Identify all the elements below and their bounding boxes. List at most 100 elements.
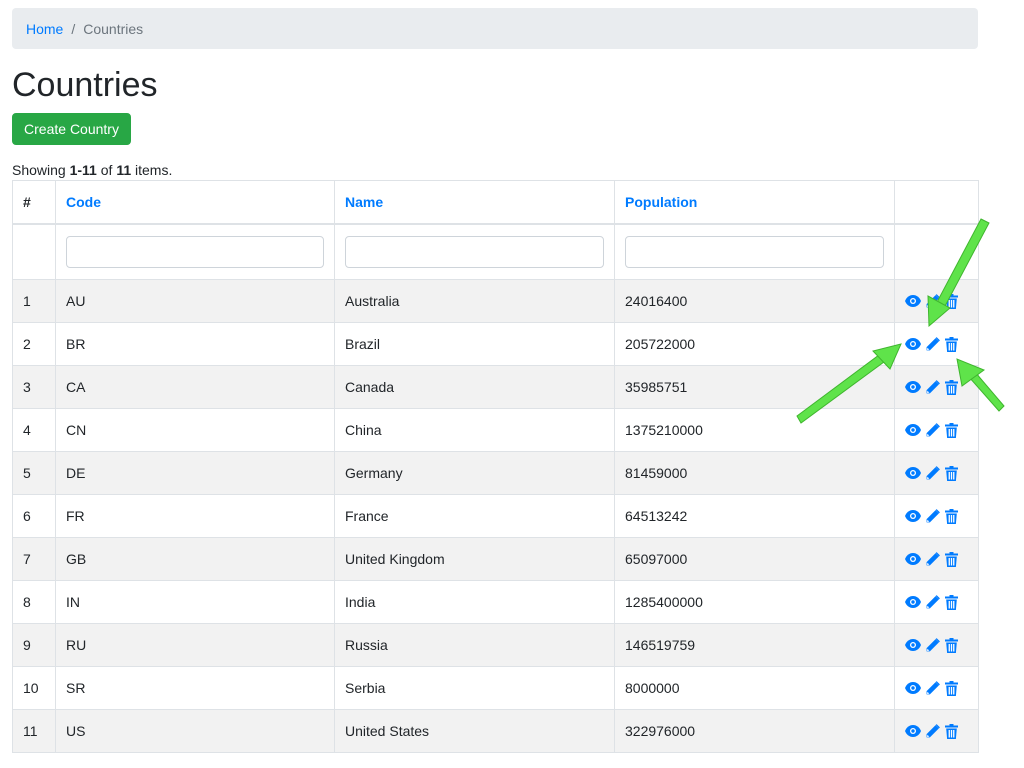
row-actions (905, 336, 968, 352)
edit-pencil-icon[interactable] (924, 723, 940, 739)
cell-code: SR (55, 666, 335, 710)
edit-pencil-icon[interactable] (924, 336, 940, 352)
view-eye-icon[interactable] (905, 293, 921, 309)
cell-population: 146519759 (614, 623, 895, 667)
sort-name-link[interactable]: Name (345, 194, 383, 210)
cell-name: Serbia (334, 666, 615, 710)
edit-pencil-icon[interactable] (924, 379, 940, 395)
table-filter-row (12, 223, 979, 280)
breadcrumb-home-link[interactable]: Home (26, 21, 63, 37)
delete-trash-icon[interactable] (943, 336, 959, 352)
view-eye-icon[interactable] (905, 551, 921, 567)
delete-trash-icon[interactable] (943, 637, 959, 653)
delete-trash-icon[interactable] (943, 594, 959, 610)
summary-range: 1-11 (69, 162, 97, 178)
table-row: 10 SR Serbia 8000000 (12, 666, 979, 710)
table-row: 11 US United States 322976000 (12, 709, 979, 753)
view-eye-icon[interactable] (905, 508, 921, 524)
cell-actions (894, 623, 979, 667)
filter-population-input[interactable] (625, 236, 884, 268)
summary-prefix: Showing (12, 162, 70, 178)
cell-index: 5 (12, 451, 56, 495)
view-eye-icon[interactable] (905, 422, 921, 438)
edit-pencil-icon[interactable] (924, 465, 940, 481)
cell-actions (894, 279, 979, 323)
table-header-row: # Code Name Population (12, 180, 979, 225)
edit-pencil-icon[interactable] (924, 594, 940, 610)
cell-name: United States (334, 709, 615, 753)
edit-pencil-icon[interactable] (924, 551, 940, 567)
cell-name: France (334, 494, 615, 538)
delete-trash-icon[interactable] (943, 422, 959, 438)
delete-trash-icon[interactable] (943, 293, 959, 309)
view-eye-icon[interactable] (905, 379, 921, 395)
view-eye-icon[interactable] (905, 637, 921, 653)
view-eye-icon[interactable] (905, 594, 921, 610)
delete-trash-icon[interactable] (943, 508, 959, 524)
delete-trash-icon[interactable] (943, 551, 959, 567)
create-country-button[interactable]: Create Country (12, 113, 131, 145)
cell-code: GB (55, 537, 335, 581)
cell-population: 24016400 (614, 279, 895, 323)
table-body: 1 AU Australia 24016400 2 BR Brazil 205722000 3 C… (12, 279, 979, 753)
cell-actions (894, 666, 979, 710)
filter-actions-cell (894, 223, 979, 280)
sort-code-link[interactable]: Code (66, 194, 101, 210)
cell-index: 9 (12, 623, 56, 667)
delete-trash-icon[interactable] (943, 465, 959, 481)
row-actions (905, 422, 968, 438)
cell-index: 1 (12, 279, 56, 323)
cell-actions (894, 365, 979, 409)
cell-actions (894, 537, 979, 581)
cell-population: 81459000 (614, 451, 895, 495)
cell-name: United Kingdom (334, 537, 615, 581)
table-row: 6 FR France 64513242 (12, 494, 979, 538)
breadcrumb: Home / Countries (12, 8, 978, 49)
filter-population-cell (614, 223, 895, 280)
edit-pencil-icon[interactable] (924, 293, 940, 309)
cell-population: 35985751 (614, 365, 895, 409)
cell-code: CA (55, 365, 335, 409)
cell-actions (894, 408, 979, 452)
sort-population-link[interactable]: Population (625, 194, 697, 210)
edit-pencil-icon[interactable] (924, 680, 940, 696)
cell-code: FR (55, 494, 335, 538)
cell-actions (894, 709, 979, 753)
cell-population: 1375210000 (614, 408, 895, 452)
table-row: 8 IN India 1285400000 (12, 580, 979, 624)
edit-pencil-icon[interactable] (924, 508, 940, 524)
table-row: 4 CN China 1375210000 (12, 408, 979, 452)
view-eye-icon[interactable] (905, 680, 921, 696)
view-eye-icon[interactable] (905, 723, 921, 739)
row-actions (905, 508, 968, 524)
table-row: 9 RU Russia 146519759 (12, 623, 979, 667)
cell-code: IN (55, 580, 335, 624)
cell-index: 4 (12, 408, 56, 452)
header-population: Population (614, 180, 895, 225)
view-eye-icon[interactable] (905, 336, 921, 352)
filter-index-cell (12, 223, 56, 280)
filter-code-input[interactable] (66, 236, 324, 268)
cell-actions (894, 580, 979, 624)
filter-name-input[interactable] (345, 236, 604, 268)
edit-pencil-icon[interactable] (924, 637, 940, 653)
cell-index: 11 (12, 709, 56, 753)
row-actions (905, 680, 968, 696)
cell-name: Brazil (334, 322, 615, 366)
header-name: Name (334, 180, 615, 225)
cell-code: BR (55, 322, 335, 366)
view-eye-icon[interactable] (905, 465, 921, 481)
delete-trash-icon[interactable] (943, 723, 959, 739)
row-actions (905, 551, 968, 567)
page-title: Countries (12, 66, 158, 104)
table-row: 5 DE Germany 81459000 (12, 451, 979, 495)
edit-pencil-icon[interactable] (924, 422, 940, 438)
cell-population: 8000000 (614, 666, 895, 710)
delete-trash-icon[interactable] (943, 379, 959, 395)
delete-trash-icon[interactable] (943, 680, 959, 696)
cell-index: 2 (12, 322, 56, 366)
row-actions (905, 293, 968, 309)
table-row: 2 BR Brazil 205722000 (12, 322, 979, 366)
cell-name: Germany (334, 451, 615, 495)
cell-population: 205722000 (614, 322, 895, 366)
